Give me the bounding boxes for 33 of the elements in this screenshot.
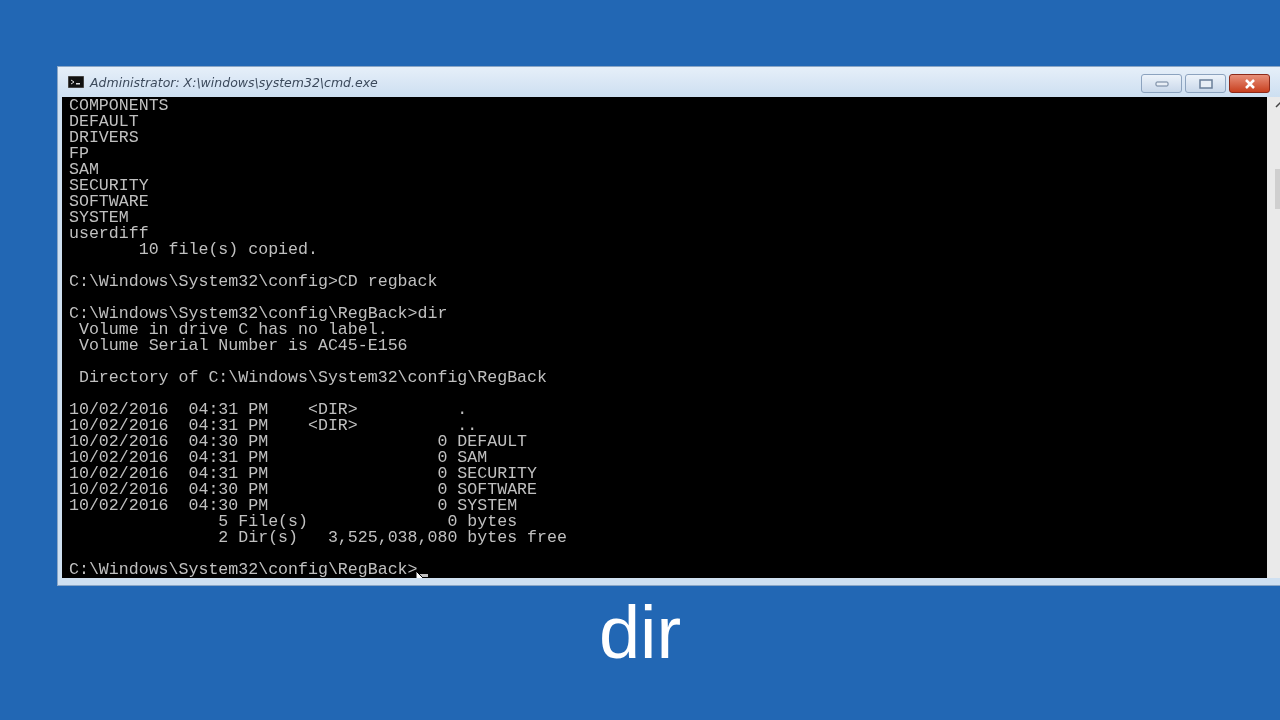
console-line: 10/02/2016 04:30 PM 0 SYSTEM [69, 498, 518, 514]
console-line: C:\Windows\System32\config\RegBack> [69, 562, 418, 578]
console-line: Volume in drive C has no label. [78, 322, 388, 338]
console-line: C:\Windows\System32\config>CD regback [69, 274, 438, 290]
caption-text: dir [597, 590, 683, 675]
console-line: 2 Dir(s) 3,525,038,080 bytes free [217, 530, 567, 546]
maximize-icon [1198, 78, 1213, 89]
minimize-icon [1154, 80, 1169, 87]
console-line: 10/02/2016 04:31 PM <DIR> . [69, 402, 468, 418]
console-line: COMPONENTS [69, 98, 169, 114]
console-line: SYSTEM [69, 210, 129, 226]
console-line: 10/02/2016 04:31 PM 0 SAM [69, 450, 488, 466]
terminal-icon [68, 76, 84, 88]
console-line: 5 File(s) 0 bytes [217, 514, 518, 530]
console-line: SAM [69, 162, 99, 178]
close-button[interactable] [1229, 74, 1270, 93]
console-line: C:\Windows\System32\config\RegBack>dir [69, 306, 448, 322]
console-line: DEFAULT [69, 114, 139, 130]
console-line: 10/02/2016 04:30 PM 0 DEFAULT [69, 434, 528, 450]
console-line: Volume Serial Number is AC45-E156 [77, 338, 408, 354]
console-line: FP [69, 146, 89, 162]
console-line: 10/02/2016 04:30 PM 0 SOFTWARE [69, 482, 538, 498]
close-icon [1243, 78, 1256, 89]
console-line: Directory of C:\Windows\System32\config\RegBack [77, 370, 547, 386]
console-line: DRIVERS [69, 130, 139, 146]
minimize-button[interactable] [1141, 74, 1182, 93]
console-line: userdiff [69, 226, 149, 242]
console-line: 10/02/2016 04:31 PM <DIR> .. [69, 418, 478, 434]
console-line: 10 file(s) copied. [137, 242, 318, 258]
console-line: SOFTWARE [69, 194, 149, 210]
window-title: Administrator: X:\windows\system32\cmd.exe [90, 74, 378, 90]
console-line: 10/02/2016 04:31 PM 0 SECURITY [69, 466, 538, 482]
console-line: SECURITY [69, 178, 149, 194]
